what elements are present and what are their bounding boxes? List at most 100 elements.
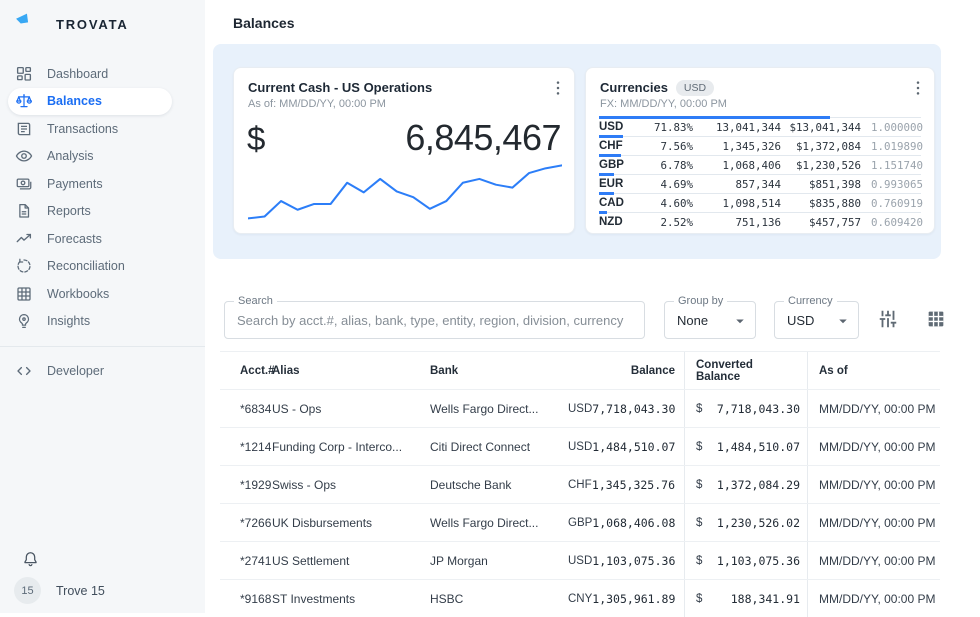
currency-amount: 1,345,326 — [693, 140, 781, 153]
trovata-logo-icon — [14, 10, 43, 39]
col-converted-balance[interactable]: Converted Balance — [684, 352, 807, 389]
currency-allocation-bar — [599, 211, 607, 214]
currency-pct: 7.56% — [641, 140, 693, 153]
currency-allocation-bar — [599, 154, 621, 157]
currency-rate: 0.760919 — [861, 197, 923, 210]
sidebar-item-label: Payments — [47, 177, 103, 191]
chevron-down-icon — [834, 312, 852, 330]
currency-row[interactable]: USD 71.83% 13,041,344 $13,041,344 1.0000… — [599, 117, 921, 136]
cash-sparkline — [248, 159, 562, 223]
filter-sliders-button[interactable] — [876, 308, 900, 332]
sidebar-item[interactable]: Payments — [8, 170, 172, 197]
filter-bar: Search Group by None Currency USD — [224, 301, 980, 339]
cell-balance: 1,484,510.07 — [592, 440, 675, 454]
brand-name: TROVATA — [56, 17, 129, 32]
sidebar-divider — [0, 346, 205, 347]
currency-row[interactable]: CHF 7.56% 1,345,326 $1,372,084 1.019890 — [599, 136, 921, 155]
payments-icon — [15, 175, 33, 193]
cell-balance: 7,718,043.30 — [592, 402, 675, 416]
table-row[interactable]: *1929 Swiss - Ops Deutsche Bank CHF 1,34… — [220, 465, 940, 503]
currency-pct: 4.60% — [641, 197, 693, 210]
currency-value: USD — [775, 313, 814, 328]
currencies-fx-as-of: FX: MM/DD/YY, 00:00 PM — [600, 98, 904, 111]
brand[interactable]: TROVATA — [0, 0, 205, 53]
table-view-button[interactable] — [924, 308, 948, 332]
col-bank[interactable]: Bank — [425, 352, 555, 389]
col-acct[interactable]: Acct.# — [220, 352, 272, 389]
sidebar-item[interactable]: Analysis — [8, 143, 172, 170]
currency-row[interactable]: CAD 4.60% 1,098,514 $835,880 0.760919 — [599, 193, 921, 212]
cell-balance: 1,068,406.08 — [592, 516, 675, 530]
user-name: Trove 15 — [56, 584, 105, 598]
cell-alias: UK Disbursements — [272, 504, 425, 541]
currencies-card-menu-button[interactable] — [907, 78, 929, 100]
bell-icon[interactable] — [21, 550, 40, 569]
sidebar-item-label: Reports — [47, 204, 91, 218]
group-by-select[interactable]: Group by None — [664, 301, 756, 339]
sidebar-item-label: Dashboard — [47, 67, 108, 81]
cell-converted-symbol: $ — [696, 441, 702, 453]
sidebar-item-developer[interactable]: Developer — [8, 358, 172, 385]
sidebar-item[interactable]: Balances — [8, 88, 172, 115]
currency-row[interactable]: EUR 4.69% 857,344 $851,398 0.993065 — [599, 174, 921, 193]
table-row[interactable]: *1214 Funding Corp - Interco... Citi Dir… — [220, 427, 940, 465]
current-cash-card: Current Cash - US Operations As of: MM/D… — [233, 67, 575, 234]
table-row[interactable]: *7266 UK Disbursements Wells Fargo Direc… — [220, 503, 940, 541]
sidebar-item[interactable]: Insights — [8, 308, 172, 335]
cell-converted-balance: 7,718,043.30 — [717, 402, 800, 416]
sidebar-item[interactable]: Reports — [8, 198, 172, 225]
table-row[interactable]: *2741 US Settlement JP Morgan USD 1,103,… — [220, 541, 940, 579]
cell-as-of: MM/DD/YY, 00:00 PM — [807, 428, 940, 465]
col-alias[interactable]: Alias — [272, 352, 425, 389]
cell-converted-balance: 1,372,084.29 — [717, 478, 800, 492]
currency-rate: 1.151740 — [861, 159, 923, 172]
sidebar-item[interactable]: Transactions — [8, 115, 172, 142]
sidebar-item-label: Forecasts — [47, 232, 102, 246]
table-row[interactable]: *9168 ST Investments HSBC CNY 1,305,961.… — [220, 579, 940, 617]
sidebar-item[interactable]: Reconciliation — [8, 253, 172, 280]
cell-bank: Deutsche Bank — [425, 466, 555, 503]
col-as-of[interactable]: As of — [807, 352, 940, 389]
currency-converted: $851,398 — [781, 178, 861, 191]
sidebar: TROVATA Dashboard Balances Transactions … — [0, 0, 205, 613]
cell-balance-currency: USD — [568, 441, 592, 453]
currency-rate: 1.000000 — [861, 121, 923, 134]
currency-select[interactable]: Currency USD — [774, 301, 859, 339]
cash-currency-symbol: $ — [247, 120, 265, 158]
page-title: Balances — [233, 15, 980, 31]
cell-bank: Citi Direct Connect — [425, 428, 555, 465]
user-menu[interactable]: 15 Trove 15 — [14, 577, 105, 604]
cell-as-of: MM/DD/YY, 00:00 PM — [807, 466, 940, 503]
currency-row[interactable]: NZD 2.52% 751,136 $457,757 0.609420 — [599, 212, 921, 231]
currency-code: USD — [599, 121, 641, 133]
currency-converted: $457,757 — [781, 216, 861, 229]
currency-allocation-bar — [599, 173, 614, 176]
cell-balance: 1,103,075.36 — [592, 554, 675, 568]
sidebar-item-label: Workbooks — [47, 287, 109, 301]
sidebar-item-label: Transactions — [47, 122, 118, 136]
search-field[interactable]: Search — [224, 301, 645, 339]
col-balance[interactable]: Balance — [555, 352, 684, 389]
search-label: Search — [234, 295, 277, 308]
table-row[interactable]: *6834 US - Ops Wells Fargo Direct... USD… — [220, 389, 940, 427]
group-by-value: None — [665, 313, 708, 328]
summary-panel: Current Cash - US Operations As of: MM/D… — [213, 44, 941, 259]
balances-icon — [15, 92, 33, 110]
cell-as-of: MM/DD/YY, 00:00 PM — [807, 580, 940, 617]
cash-card-menu-button[interactable] — [547, 78, 569, 100]
currency-rate: 0.609420 — [861, 216, 923, 229]
transactions-icon — [15, 120, 33, 138]
main-content: Balances Current Cash - US Operations As… — [205, 0, 980, 613]
sidebar-item[interactable]: Workbooks — [8, 280, 172, 307]
sidebar-item[interactable]: Dashboard — [8, 60, 172, 87]
search-input[interactable] — [225, 302, 644, 338]
cash-card-title: Current Cash - US Operations — [248, 80, 544, 96]
currency-rate: 0.993065 — [861, 178, 923, 191]
sidebar-item[interactable]: Forecasts — [8, 225, 172, 252]
forecasts-icon — [15, 230, 33, 248]
cell-as-of: MM/DD/YY, 00:00 PM — [807, 390, 940, 427]
kebab-menu-icon — [908, 78, 928, 98]
cell-converted-symbol: $ — [696, 517, 702, 529]
cell-converted-balance: 1,230,526.02 — [717, 516, 800, 530]
currency-row[interactable]: GBP 6.78% 1,068,406 $1,230,526 1.151740 — [599, 155, 921, 174]
